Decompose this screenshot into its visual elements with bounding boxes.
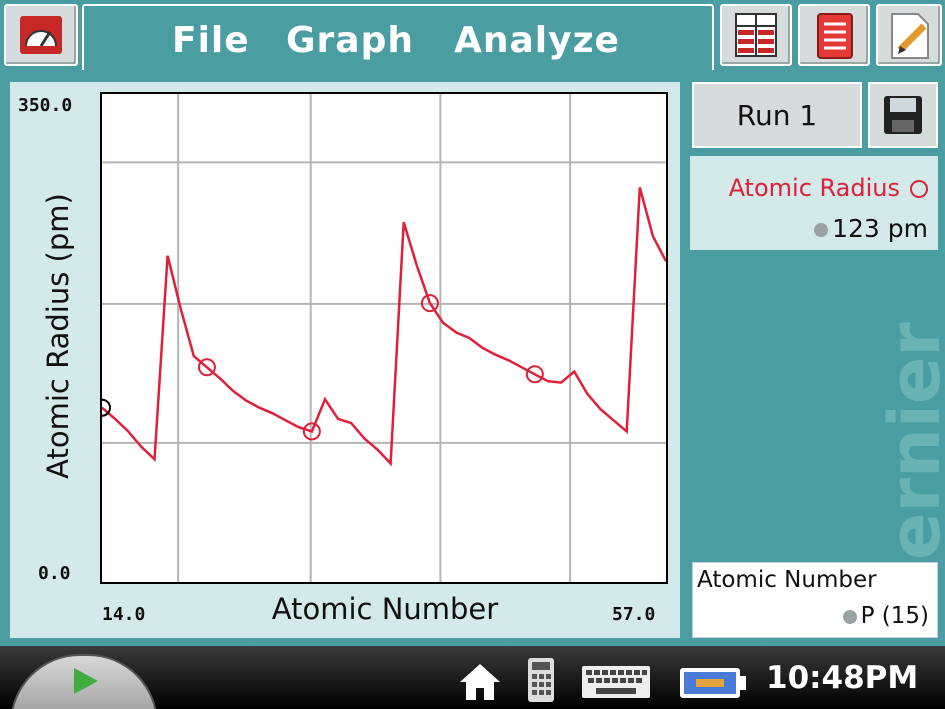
status-dot-icon	[814, 223, 829, 237]
y-axis-title: Atomic Radius (pm)	[41, 193, 75, 479]
x-axis-title: Atomic Number	[271, 592, 499, 626]
plot-area[interactable]	[93, 92, 668, 584]
menu-file[interactable]: File	[172, 20, 250, 61]
x-axis-min-label: 14.0	[102, 604, 146, 625]
save-icon	[884, 96, 922, 134]
status-dot-icon	[842, 609, 857, 624]
meter-sensor-label: Atomic Radius	[728, 174, 900, 202]
run-label: Run 1	[736, 98, 818, 132]
notes-view-button[interactable]	[876, 4, 942, 66]
x-readout-value: P (15)	[842, 603, 929, 629]
meter-icon	[20, 16, 62, 54]
notebook-icon	[817, 13, 853, 59]
keyboard-icon[interactable]	[580, 662, 652, 702]
sensor-meter[interactable]: Atomic Radius 123 pm	[690, 156, 938, 250]
meter-view-button[interactable]	[4, 4, 78, 66]
x-readout-label: Atomic Number	[697, 567, 877, 593]
y-axis-max-label: 350.0	[18, 95, 73, 116]
series-marker-icon	[910, 180, 928, 198]
meter-value: 123 pm	[814, 214, 928, 243]
battery-icon	[680, 668, 746, 698]
clock: 10:48PM	[766, 660, 919, 696]
play-icon	[74, 668, 98, 694]
x-readout-panel[interactable]: Atomic Number P (15)	[692, 562, 938, 638]
menu-graph[interactable]: Graph	[286, 20, 414, 61]
menu-analyze[interactable]: Analyze	[454, 20, 620, 61]
y-axis-min-label: 0.0	[38, 563, 71, 584]
table-view-button[interactable]	[720, 4, 792, 66]
series-line-atomic-radius	[101, 187, 668, 467]
home-icon[interactable]	[456, 660, 504, 704]
notebook-view-button[interactable]	[798, 4, 870, 66]
calculator-icon[interactable]	[524, 656, 558, 704]
menu-bar: File Graph Analyze	[82, 4, 714, 70]
x-axis-max-label: 57.0	[612, 604, 656, 625]
line-chart	[93, 94, 668, 582]
save-button[interactable]	[868, 82, 938, 148]
notes-icon	[891, 13, 929, 59]
top-toolbar: File Graph Analyze	[0, 0, 945, 72]
run-selector-button[interactable]: Run 1	[692, 82, 862, 148]
table-icon	[735, 13, 777, 57]
collect-button[interactable]	[10, 654, 158, 709]
vernier-watermark: ernier	[874, 322, 945, 560]
